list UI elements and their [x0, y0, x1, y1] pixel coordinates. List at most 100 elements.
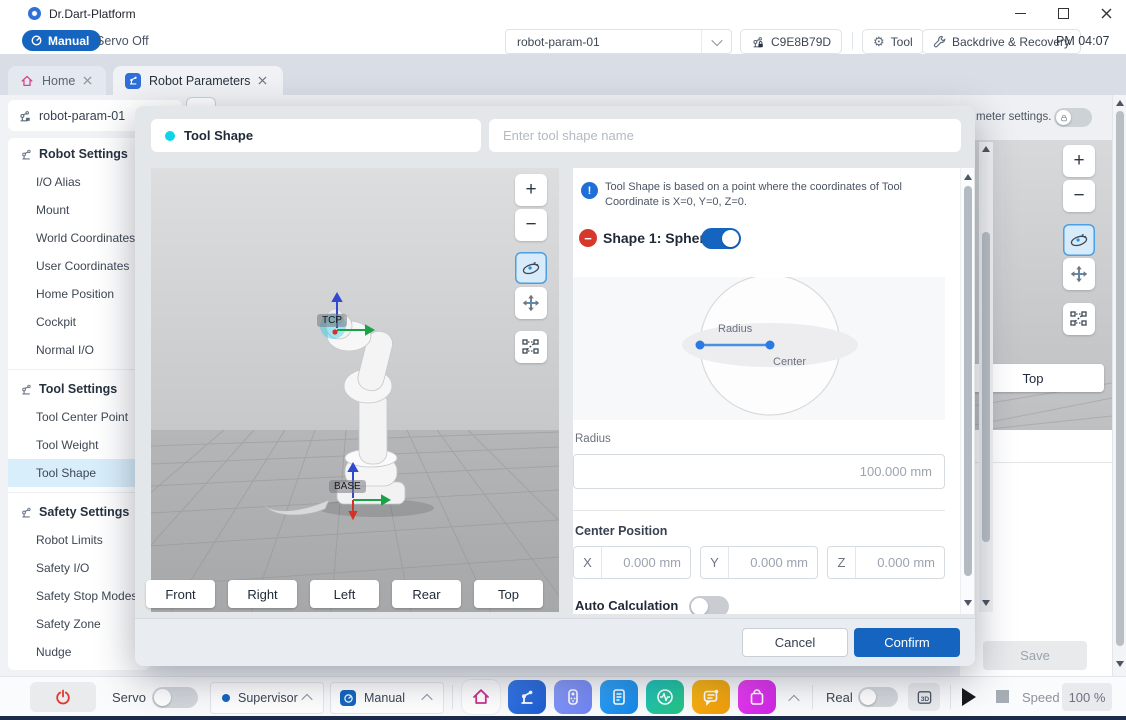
measure-view-button[interactable] — [515, 331, 547, 363]
orbit-view-button[interactable] — [1063, 224, 1095, 256]
app-icon-home[interactable] — [462, 680, 500, 714]
sidebar-item-io-alias[interactable]: I/O Alias — [8, 168, 150, 196]
sidebar-item-tool-center-point[interactable]: Tool Center Point — [8, 403, 150, 431]
view-front-button[interactable]: Front — [146, 580, 215, 608]
center-y-input[interactable]: Y 0.000 mm — [700, 546, 818, 579]
page-scrollbar[interactable] — [1112, 95, 1126, 676]
save-button[interactable]: Save — [983, 641, 1087, 670]
sidebar-group-robot-settings: Robot Settings — [8, 140, 150, 168]
scrollbar-thumb[interactable] — [1116, 111, 1124, 646]
cancel-button[interactable]: Cancel — [742, 628, 848, 657]
zoom-out-button[interactable]: − — [1063, 180, 1095, 212]
sidebar-item-home-position[interactable]: Home Position — [8, 280, 150, 308]
pulse-icon — [655, 687, 675, 707]
orbit-icon — [1068, 229, 1090, 251]
dialog-3d-viewport[interactable]: TCP BASE — [151, 168, 559, 612]
view-rear-button[interactable]: Rear — [392, 580, 461, 608]
real-mode-toggle[interactable] — [858, 687, 898, 707]
shape-enabled-toggle[interactable] — [701, 228, 741, 249]
view-left-button[interactable]: Left — [310, 580, 379, 608]
sidebar-item-world-coordinates[interactable]: World Coordinates — [8, 224, 150, 252]
background-scrollbar[interactable] — [979, 142, 993, 612]
window-minimize-button[interactable] — [1003, 2, 1037, 24]
sidebar-item-tool-weight[interactable]: Tool Weight — [8, 431, 150, 459]
view-right-button[interactable]: Right — [228, 580, 297, 608]
window-maximize-button[interactable] — [1046, 2, 1080, 24]
zoom-out-button[interactable]: − — [515, 209, 547, 241]
scrollbar-thumb[interactable] — [964, 186, 972, 576]
status-dot-icon — [222, 694, 230, 702]
window-title: Dr.Dart-Platform — [49, 7, 136, 21]
measure-icon — [1069, 309, 1089, 329]
auto-calculation-toggle[interactable] — [689, 596, 729, 614]
orbit-icon — [520, 257, 542, 279]
sidebar-item-user-coordinates[interactable]: User Coordinates — [8, 252, 150, 280]
title-bar: Dr.Dart-Platform — [0, 0, 1126, 28]
settings-lock-toggle[interactable] — [1054, 108, 1092, 127]
manual-mode-badge[interactable]: Manual — [22, 30, 101, 51]
tab-home[interactable]: Home — [8, 66, 106, 95]
zoom-in-button[interactable]: + — [515, 174, 547, 206]
sphere-diagram: Radius Center — [573, 277, 945, 420]
view-3d-button[interactable]: 3D — [908, 683, 940, 711]
home-icon — [20, 74, 34, 88]
pan-view-button[interactable] — [1063, 258, 1095, 290]
sidebar-item-nudge[interactable]: Nudge — [8, 638, 150, 666]
confirm-button[interactable]: Confirm — [854, 628, 960, 657]
param-file-select[interactable]: robot-param-01 — [505, 29, 732, 54]
tool-shape-name-input[interactable] — [489, 119, 961, 152]
sidebar-item-mount[interactable]: Mount — [8, 196, 150, 224]
app-icon-report[interactable] — [600, 680, 638, 714]
pan-view-button[interactable] — [515, 287, 547, 319]
measure-view-button[interactable] — [1063, 303, 1095, 335]
app-icon-robot-params[interactable] — [508, 680, 546, 714]
scroll-up-icon[interactable] — [964, 174, 972, 180]
scroll-down-icon[interactable] — [982, 600, 990, 606]
role-select[interactable]: Supervisor — [210, 682, 324, 714]
scroll-down-icon[interactable] — [1116, 661, 1124, 667]
app-icon-monitoring[interactable] — [646, 680, 684, 714]
scrollbar-thumb[interactable] — [982, 232, 990, 542]
orbit-view-button[interactable] — [515, 252, 547, 284]
view-top-button[interactable]: Top — [474, 580, 543, 608]
center-position-label: Center Position — [575, 524, 667, 538]
power-button[interactable] — [30, 682, 96, 712]
sidebar-item-robot-limits[interactable]: Robot Limits — [8, 526, 150, 554]
tab-robot-parameters[interactable]: Robot Parameters — [113, 66, 283, 95]
sidebar-item-safety-stop-modes[interactable]: Safety Stop Modes — [8, 582, 150, 610]
sidebar-item-normal-io[interactable]: Normal I/O — [8, 336, 150, 364]
tool-shape-dialog: Tool Shape — [135, 106, 975, 665]
remove-shape-icon[interactable]: − — [579, 229, 597, 247]
shape-title: Shape 1: Sphere — [603, 230, 713, 246]
radius-input[interactable]: 100.000 mm — [573, 454, 945, 489]
sidebar-item-safety-zone[interactable]: Safety Zone — [8, 610, 150, 638]
app-icon-remote-control[interactable] — [554, 680, 592, 714]
device-id-chip[interactable]: C9E8B79D — [740, 29, 842, 54]
app-icon-store[interactable] — [738, 680, 776, 714]
stop-button[interactable] — [996, 690, 1009, 703]
toolbar-divider — [852, 32, 853, 50]
center-x-input[interactable]: X 0.000 mm — [573, 546, 691, 579]
zoom-in-button[interactable]: + — [1063, 145, 1095, 177]
dock-collapse-icon[interactable] — [788, 695, 799, 706]
sidebar-item-safety-io[interactable]: Safety I/O — [8, 554, 150, 582]
chevron-up-icon — [301, 694, 312, 705]
center-z-input[interactable]: Z 0.000 mm — [827, 546, 945, 579]
tool-button[interactable]: ⚙ Tool — [862, 29, 924, 54]
sidebar-item-cockpit[interactable]: Cockpit — [8, 308, 150, 336]
divider — [8, 492, 150, 493]
dialog-scrollbar[interactable] — [960, 168, 974, 614]
scroll-up-icon[interactable] — [1116, 100, 1124, 106]
scroll-down-icon[interactable] — [964, 600, 972, 606]
sidebar-item-tool-shape[interactable]: Tool Shape — [8, 459, 150, 487]
window-close-button[interactable] — [1089, 2, 1123, 24]
speed-value[interactable]: 100 % — [1062, 683, 1112, 711]
mode-select[interactable]: Manual — [330, 682, 444, 714]
close-icon[interactable] — [83, 76, 92, 85]
base-label: BASE — [329, 480, 366, 493]
close-icon[interactable] — [258, 76, 267, 85]
play-button[interactable] — [962, 688, 976, 706]
scroll-up-icon[interactable] — [982, 146, 990, 152]
app-icon-log[interactable] — [692, 680, 730, 714]
servo-toggle[interactable] — [152, 687, 198, 708]
